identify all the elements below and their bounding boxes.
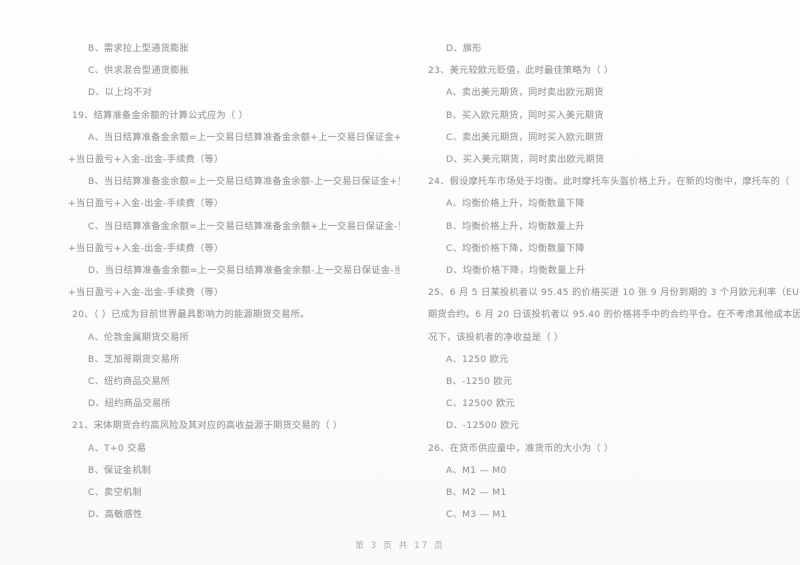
option-line: D、纽约商品交易所	[88, 399, 171, 410]
question-line: 24、假设摩托车市场处于均衡。此时摩托车头盔价格上升，在新的均衡中，摩托车的（	[428, 177, 790, 188]
option-line: B、芝加哥期货交易所	[88, 354, 180, 365]
option-line: D、当日结算准备金余额=上一交易日结算准备金余额-上一交易日保证金-当日交易保证…	[88, 266, 400, 277]
option-line: C、卖空机制	[88, 488, 142, 499]
question-line: 21、宋体期货合约高风险及其对应的高收益源于期货交易的（ ）	[72, 421, 343, 432]
option-line: C、卖出美元期货，同时买入欧元期货	[446, 132, 604, 143]
option-line: B、需求拉上型通货膨胀	[88, 44, 190, 54]
right-column: D、旗形 23、美元较欧元贬值，此时最佳策略为（ ） A、卖出美元期货，同时卖出欧元…	[400, 38, 800, 519]
option-line: A、1250 欧元	[446, 354, 509, 365]
option-line: B、当日结算准备金余额=上一交易日结算准备金余额-上一交易日保证金+当日交易保证…	[88, 177, 400, 188]
wrapped-line: +当日盈亏+入金-出金-手续费（等）	[68, 243, 224, 254]
option-line: D、高敏感性	[88, 510, 143, 519]
question-line: 23、美元较欧元贬值，此时最佳策略为（ ）	[428, 66, 614, 77]
question-line: 26、在货币供应量中，准货币的大小为（ ）	[428, 443, 614, 454]
option-line: C、供求混合型通货膨胀	[88, 66, 190, 77]
option-line: B、买入欧元期货，同时买入美元期货	[446, 110, 604, 121]
wrapped-line: +当日盈亏+入金-出金-手续费（等）	[68, 199, 224, 210]
option-line: B、保证金机制	[88, 465, 152, 476]
wrapped-line: 况下，该投机者的净收益是（ ）	[428, 332, 564, 343]
option-line: D、旗形	[446, 44, 482, 54]
wrapped-line: 期货合约。6 月 20 日该投机者以 95.40 的价格将手中的合约平仓。在不考…	[428, 310, 800, 321]
option-line: C、M3 — M1	[446, 510, 507, 519]
left-column: B、需求拉上型通货膨胀 C、供求混合型通货膨胀 D、以上均不对 19、结算准备金余额的…	[0, 38, 400, 519]
scanned-page: B、需求拉上型通货膨胀 C、供求混合型通货膨胀 D、以上均不对 19、结算准备金余额的…	[0, 0, 800, 565]
option-line: B、M2 — M1	[446, 488, 507, 499]
option-line: A、均衡价格上升，均衡数量下降	[446, 199, 585, 210]
option-line: C、均衡价格下降，均衡数量下降	[446, 243, 585, 254]
wrapped-line: +当日盈亏+入金-出金-手续费（等）	[68, 288, 224, 299]
question-line: 20、（ ）已成为目前世界最具影响力的能源期货交易所。	[72, 310, 310, 321]
option-line: A、T+0 交易	[88, 443, 147, 454]
page-footer: 第 3 页 共 17 页	[355, 541, 445, 551]
option-line: D、-12500 欧元	[446, 421, 520, 432]
option-line: A、当日结算准备金余额=上一交易日结算准备金余额+上一交易日保证金+当日交易保证…	[88, 132, 400, 143]
option-line: D、均衡价格下降，均衡数量上升	[446, 266, 586, 277]
option-line: A、卖出美元期货，同时卖出欧元期货	[446, 88, 604, 99]
option-line: A、伦敦金属期货交易所	[88, 332, 190, 343]
option-line: B、均衡价格上升，均衡数量上升	[446, 221, 585, 232]
option-line: D、买入美元期货，同时卖出欧元期货	[446, 155, 605, 166]
option-line: D、以上均不对	[88, 88, 153, 99]
option-line: C、12500 欧元	[446, 399, 515, 410]
option-line: C、当日结算准备金余额=上一交易日结算准备金余额+上一交易日保证金-当日交易保证…	[88, 221, 400, 232]
option-line: B、-1250 欧元	[446, 377, 513, 388]
option-line: A、M1 — M0	[446, 465, 507, 476]
question-line: 25、6 月 5 日某投机者以 95.45 的价格买进 10 张 9 月份到期的…	[428, 288, 800, 299]
option-line: C、纽约商品交易所	[88, 377, 171, 388]
wrapped-line: +当日盈亏+入金-出金-手续费（等）	[68, 155, 224, 166]
page-columns: B、需求拉上型通货膨胀 C、供求混合型通货膨胀 D、以上均不对 19、结算准备金余额的…	[0, 38, 800, 519]
question-line: 19、结算准备金余额的计算公式应为（ ）	[72, 110, 249, 121]
